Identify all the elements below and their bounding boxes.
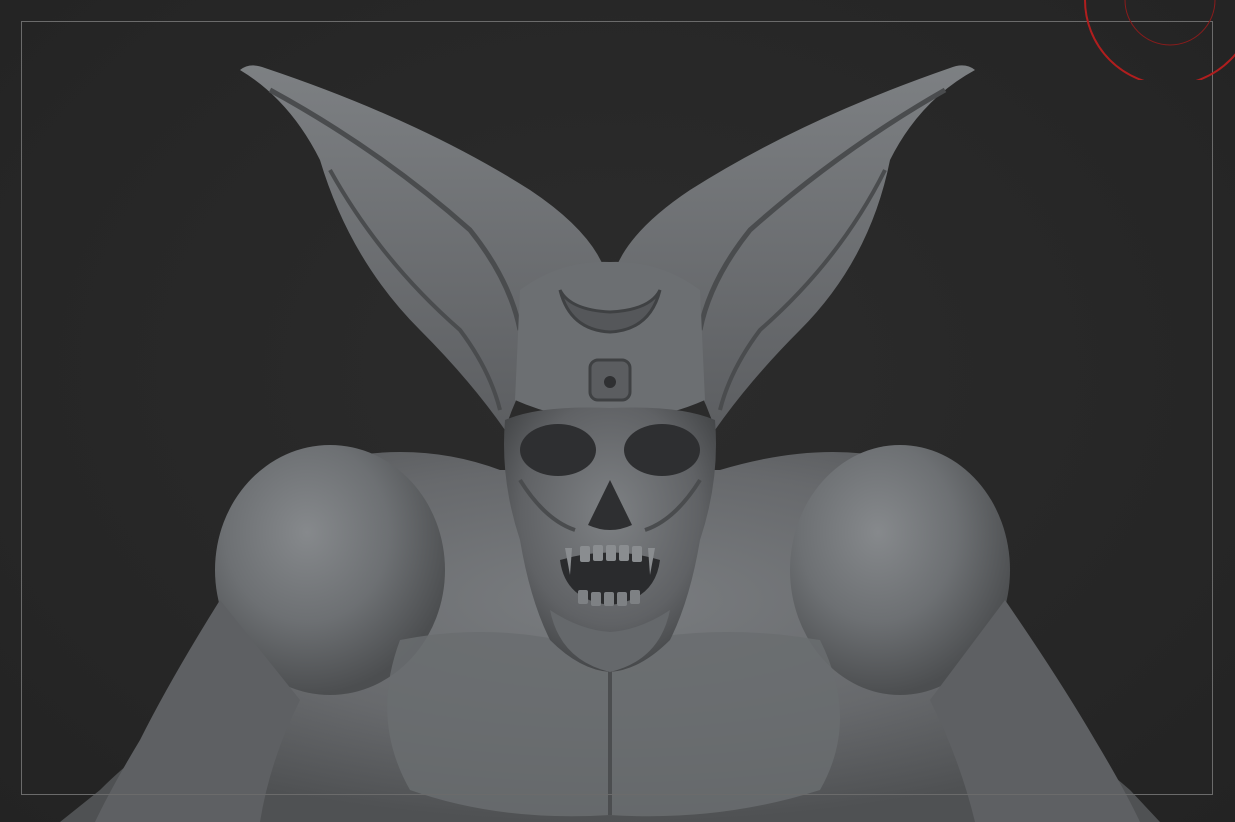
brush-cursor-icon [1084,0,1235,80]
right-eye-socket [624,424,700,476]
left-eye-socket [520,424,596,476]
sculpt-viewport[interactable] [0,0,1235,822]
demon-skull-sculpt[interactable] [0,0,1235,822]
